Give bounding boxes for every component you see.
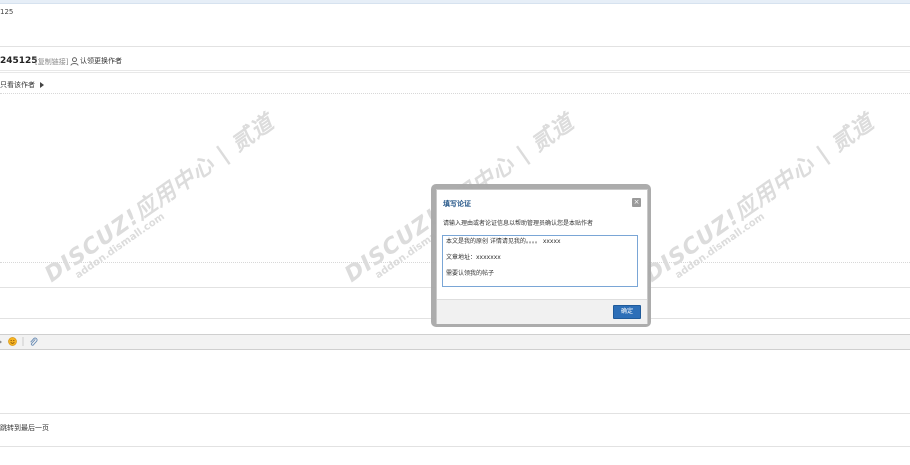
claim-author-label: 认领更换作者 — [80, 57, 122, 65]
top-accent-bar — [0, 0, 910, 4]
textarea-line — [446, 246, 634, 254]
breadcrumb[interactable]: 125 — [0, 8, 13, 16]
dialog-prompt: 请输入理由或者论证信息以帮助管理员确认您是本贴作者 — [443, 220, 594, 227]
textarea-line: 需要认领我的帖子 — [446, 270, 495, 277]
watermark: DISCUZ!应用中心 | 贰道 addon.dismall.com — [40, 110, 280, 288]
divider — [0, 46, 910, 47]
divider — [0, 93, 910, 94]
dialog-footer: 确定 — [437, 299, 647, 324]
divider — [0, 446, 910, 447]
thread-title: 245125 — [0, 56, 38, 66]
reason-textarea[interactable]: 本文是我的原创 详情请见我的。。。。 xxxxx 文章地址：xxxxxxx 需要… — [442, 235, 638, 287]
claim-author-link[interactable]: 认领更换作者 — [70, 56, 122, 66]
divider — [0, 413, 910, 414]
textarea-line — [446, 262, 634, 270]
divider — [0, 70, 910, 71]
divider — [0, 72, 910, 73]
user-icon — [70, 56, 79, 66]
separator-icon — [22, 337, 24, 346]
close-icon[interactable]: × — [632, 198, 641, 207]
only-author-link[interactable]: 只看该作者 — [0, 80, 44, 90]
textarea-line: 文章地址：xxxxxxx — [446, 254, 501, 261]
paperclip-icon[interactable] — [29, 337, 38, 347]
caret-right-icon — [40, 82, 44, 88]
only-author-label: 只看该作者 — [0, 81, 35, 89]
jump-to-last-page-link[interactable]: 跳转到最后一页 — [0, 423, 49, 433]
editor-toolbar — [0, 334, 910, 350]
dialog-title: 填写论证 — [443, 200, 471, 208]
confirm-button[interactable]: 确定 — [613, 305, 641, 319]
watermark: DISCUZ!应用中心 | 贰道 addon.dismall.com — [640, 110, 880, 288]
claim-author-dialog: 填写论证 × 请输入理由或者论证信息以帮助管理员确认您是本贴作者 本文是我的原创… — [436, 189, 648, 324]
smiley-icon[interactable] — [8, 337, 17, 346]
copy-link[interactable]: [复制链接] — [35, 57, 68, 67]
textarea-line: 本文是我的原创 详情请见我的。。。。 xxxxx — [446, 238, 561, 245]
arrow-icon[interactable] — [0, 337, 4, 347]
